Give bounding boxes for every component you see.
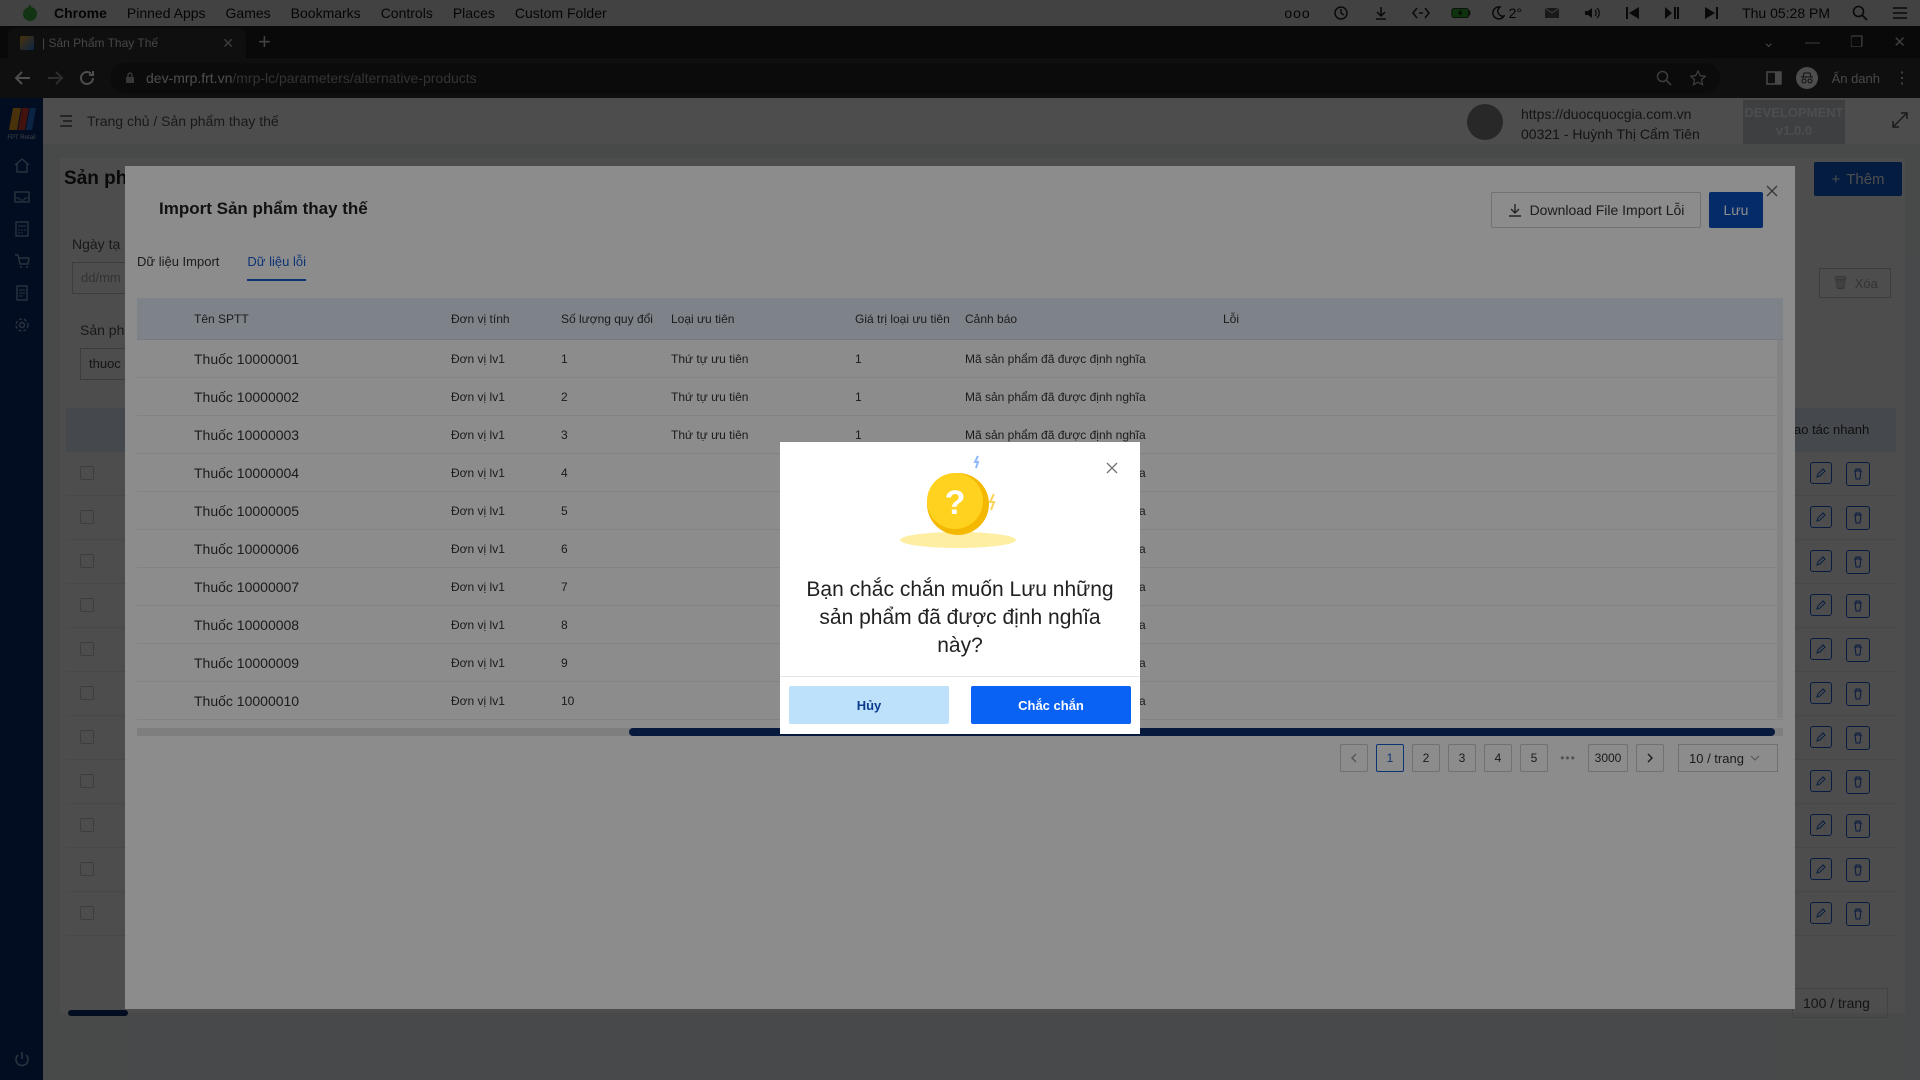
confirm-divider: [780, 676, 1140, 677]
cancel-button[interactable]: Hủy: [789, 686, 949, 724]
question-mark-glyph: ?: [945, 484, 966, 522]
confirm-message: Bạn chắc chắn muốn Lưu những sản phẩm đã…: [806, 578, 1114, 657]
question-coin-illustration: ?: [900, 455, 1016, 548]
confirm-dialog: ? Bạn chắc chắn muốn Lưu những sản phẩm …: [780, 442, 1140, 734]
confirm-close-icon[interactable]: [1106, 462, 1118, 474]
confirm-button[interactable]: Chắc chắn: [971, 686, 1131, 724]
